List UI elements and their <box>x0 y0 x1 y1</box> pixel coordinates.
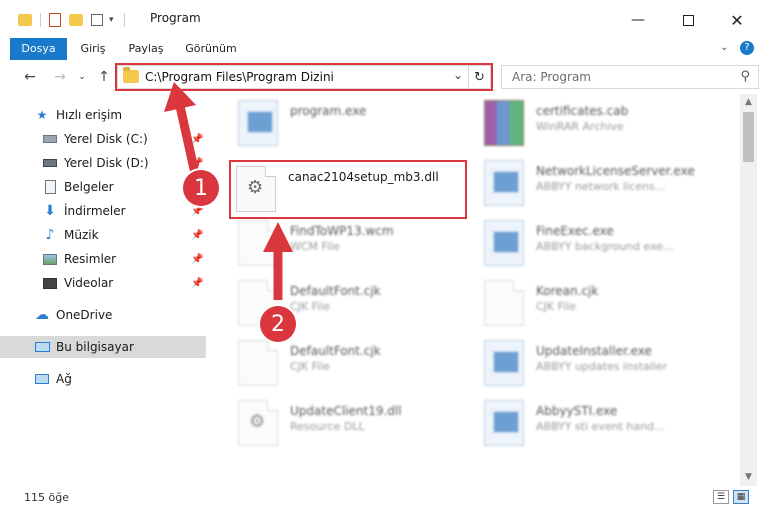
large-icons-view-icon[interactable]: ▦ <box>733 490 749 504</box>
step-badge-2: 2 <box>260 306 296 342</box>
annotation-arrows <box>164 82 293 300</box>
arrow-to-address-bar <box>164 82 201 179</box>
item-count: 115 öğe <box>24 491 69 504</box>
step-badge-1: 1 <box>183 170 219 206</box>
arrow-to-file <box>263 222 293 300</box>
status-bar: 115 öğe ☰ ▦ <box>0 486 769 510</box>
details-view-icon[interactable]: ☰ <box>713 490 729 504</box>
